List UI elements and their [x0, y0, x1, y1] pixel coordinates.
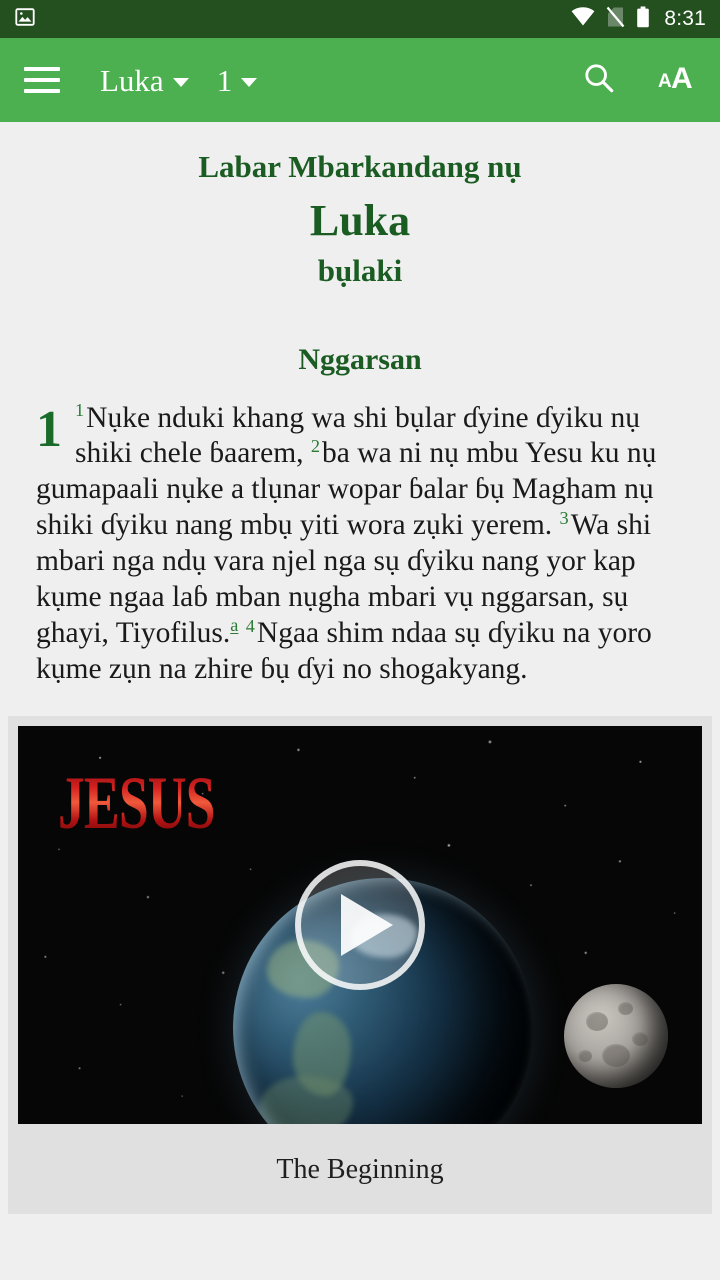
- search-icon[interactable]: [582, 61, 616, 100]
- moon-graphic: [564, 984, 668, 1089]
- book-subtitle-bottom: bụlaki: [317, 252, 403, 288]
- book-subtitle-top: Labar Mbarkandang nụ: [198, 149, 522, 184]
- chapter-selector-label: 1: [216, 62, 233, 98]
- media-caption: The Beginning: [18, 1124, 702, 1215]
- verse-number[interactable]: 3: [560, 508, 571, 528]
- moon-crater: [586, 1012, 608, 1032]
- jesus-film-logo: JESUS: [58, 762, 216, 847]
- hamburger-bar: [24, 67, 60, 71]
- wifi-icon: [571, 7, 595, 31]
- chapter-number: 1: [36, 400, 62, 458]
- moon-crater: [632, 1032, 648, 1047]
- no-sim-icon: [606, 6, 625, 33]
- book-selector[interactable]: Luka: [100, 65, 189, 96]
- toolbar-actions: A A: [582, 61, 698, 100]
- svg-text:A: A: [671, 62, 693, 95]
- book-selector-label: Luka: [100, 62, 164, 98]
- status-bar-system-icons: 8:31: [571, 6, 706, 33]
- verse-number[interactable]: 2: [311, 436, 322, 456]
- verse-number[interactable]: 1: [75, 400, 86, 420]
- play-button-icon[interactable]: [295, 860, 425, 991]
- hamburger-menu-icon[interactable]: [24, 67, 60, 93]
- status-bar-notifications: [14, 6, 36, 33]
- passage-text[interactable]: 1 1Nụke nduki khang wa shi bụlar ɗyine ɗy…: [0, 401, 720, 689]
- section-heading: Nggarsan: [298, 342, 422, 376]
- chevron-down-icon: [241, 77, 258, 87]
- app-toolbar: Luka 1 A A: [0, 38, 720, 122]
- text-size-icon[interactable]: A A: [658, 61, 698, 100]
- reader-content: Labar Mbarkandang nụ Luka bụlaki Nggarsa…: [0, 122, 720, 1280]
- svg-text:A: A: [658, 71, 672, 92]
- moon-crater: [602, 1044, 630, 1068]
- book-title: Luka: [309, 195, 411, 245]
- hamburger-bar: [24, 89, 60, 93]
- footnote-marker[interactable]: a: [230, 616, 238, 636]
- play-triangle: [340, 894, 393, 957]
- status-bar: 8:31: [0, 0, 720, 38]
- moon-crater: [618, 1002, 633, 1016]
- book-header: Labar Mbarkandang nụ Luka bụlaki: [0, 122, 720, 291]
- media-card: JESUS The Beginning: [8, 716, 712, 1215]
- chevron-down-icon: [172, 77, 189, 87]
- battery-icon: [636, 6, 650, 33]
- video-thumbnail[interactable]: JESUS: [18, 726, 702, 1125]
- hamburger-bar: [24, 78, 60, 82]
- verse-number[interactable]: 4: [246, 616, 257, 636]
- status-bar-clock: 8:31: [664, 7, 706, 30]
- chapter-selector[interactable]: 1: [217, 65, 258, 96]
- image-icon: [14, 6, 36, 33]
- moon-crater: [578, 1050, 592, 1063]
